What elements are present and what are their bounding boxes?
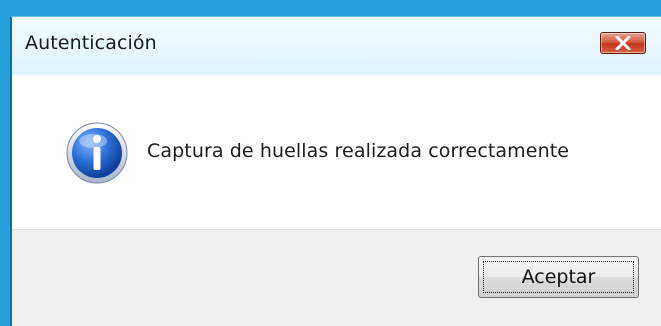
ok-button[interactable]: Aceptar — [478, 256, 639, 298]
close-x-icon — [615, 36, 631, 50]
dialog-title: Autenticación — [25, 32, 157, 54]
ok-button-label: Aceptar — [521, 266, 596, 288]
close-button[interactable] — [600, 32, 646, 54]
dialog-message: Captura de huellas realizada correctamen… — [147, 140, 570, 162]
information-icon — [66, 122, 128, 184]
